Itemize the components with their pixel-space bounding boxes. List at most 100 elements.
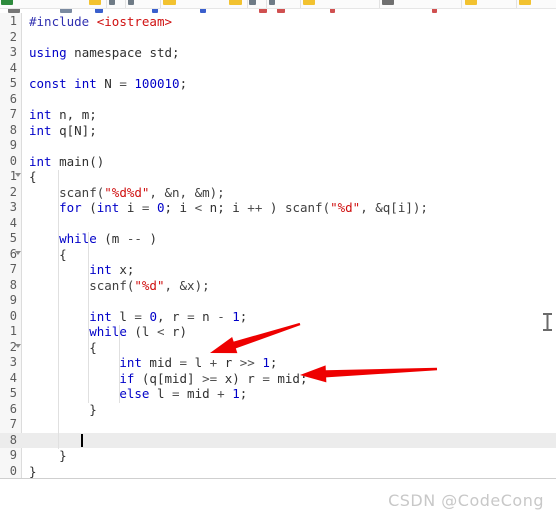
run-icon[interactable] [464,0,477,5]
indent-guide [58,170,60,449]
code-text: for (int i = 0; i < n; i ++ ) scanf("%d"… [29,200,428,216]
code-line[interactable]: 5 const int N = 100010; [0,76,556,92]
code-token: < [194,200,203,215]
code-token: , [66,107,82,122]
code-token: (m [96,231,127,246]
code-text: { [29,247,67,263]
line-number: 1 [9,14,17,28]
save-icon[interactable] [88,0,102,5]
indent-guide [118,325,120,403]
code-fold-toggle-icon[interactable] [15,173,21,177]
code-text: int mid = l + r >> 1; [29,355,277,371]
code-line[interactable]: 3 int mid = l + r >> 1; [0,355,556,371]
code-line[interactable]: 9 [0,138,556,154]
toolbar-separator [515,0,517,8]
new-file-icon[interactable] [1,0,13,5]
code-line[interactable]: 7 int n, m; [0,107,556,123]
code-line[interactable]: 2 scanf("%d%d", &n, &m); [0,185,556,201]
code-text: } [29,448,67,464]
code-fold-toggle-icon[interactable] [15,343,21,348]
redo-icon[interactable] [127,0,135,5]
code-line[interactable]: 4 if (q[mid] >= x) r = mid; [0,371,556,387]
open-folder-icon[interactable] [163,0,176,5]
code-token: ++ [247,200,263,215]
code-token: main() [59,153,105,169]
code-line[interactable]: 4 [0,61,556,77]
code-token: int [29,107,52,122]
code-line[interactable]: 6 [0,92,556,108]
line-number: 0 [9,463,17,478]
code-line[interactable]: 8 int q[N]; [0,123,556,139]
code-token: scanf( [89,277,135,293]
code-line[interactable]: 9 [0,293,556,309]
code-line[interactable]: 3 using namespace std; [0,45,556,61]
code-line[interactable]: 7 [0,417,556,433]
code-token: ; [89,107,97,122]
code-token: (q[mid] [134,370,203,386]
code-line[interactable]: 1{ [0,169,556,185]
line-number: 7 [9,417,17,431]
code-token: using [29,45,67,60]
line-number: 4 [9,215,17,230]
code-token: N [104,76,112,91]
code-line[interactable]: 1 while (l < r) [0,324,556,340]
indent-guide [88,232,90,403]
code-token: int [119,355,142,370]
cut-icon[interactable] [268,0,276,5]
code-token: = [172,386,180,401]
code-line[interactable]: 8 [0,432,556,448]
code-token: { [29,169,37,184]
line-number: 5 [9,231,17,245]
line-number: 4 [9,370,17,385]
code-fold-toggle-icon[interactable] [15,250,21,255]
code-line[interactable]: 0} [0,464,556,480]
line-number: 7 [9,262,17,276]
code-token: ; [172,45,180,60]
editor-bottom-divider [0,478,556,479]
debug-icon[interactable] [518,0,532,5]
print-icon[interactable] [249,0,257,5]
code-token: int [29,153,52,169]
code-line[interactable]: 5 else l = mid + 1; [0,386,556,402]
code-token: = [119,76,127,91]
code-line[interactable]: 6 { [0,247,556,263]
code-line[interactable]: 0 int l = 0, r = n - 1; [0,309,556,325]
code-editor[interactable]: 1 #include <iostream> 2 3 using namespace st… [0,13,556,480]
code-token: n; i [202,200,248,215]
code-token: + [217,386,225,401]
undo-icon[interactable] [109,0,116,5]
code-token: = [262,370,270,386]
code-line[interactable]: 4 [0,216,556,232]
code-text: { [29,169,37,185]
code-line[interactable]: 6 } [0,402,556,418]
editor-toolbar[interactable] [0,0,556,8]
code-token: ; i [164,200,195,215]
code-token: , &x); [164,277,210,293]
code-token: ( [81,200,97,215]
code-token: 0 [149,308,157,324]
toolbar-separator [460,0,462,8]
code-line[interactable]: 7 int x; [0,262,556,278]
code-line[interactable]: 3 for (int i = 0; i < n; i ++ ) scanf("%… [0,200,556,216]
code-text: if (q[mid] >= x) r = mid; [29,370,308,387]
code-line[interactable]: 2 { [0,340,556,356]
code-token: q[N]; [59,122,97,138]
code-token: else [119,386,150,401]
code-line[interactable]: 0 int main() [0,154,556,170]
code-line[interactable]: 2 [0,30,556,46]
code-token: scanf( [284,200,331,215]
code-token: mid; [269,370,308,386]
code-line[interactable]: 9 } [0,448,556,464]
line-number: 5 [9,76,17,90]
code-text: #include <iostream> [29,14,172,30]
compile-icon[interactable] [381,0,394,5]
code-line[interactable]: 1 #include <iostream> [0,14,556,30]
code-line[interactable]: 8 scanf("%d", &x); [0,278,556,294]
code-text: } [29,464,37,480]
copy-icon[interactable] [303,0,316,5]
code-line[interactable]: 5 while (m -- ) [0,231,556,247]
save-all-icon[interactable] [229,0,242,5]
